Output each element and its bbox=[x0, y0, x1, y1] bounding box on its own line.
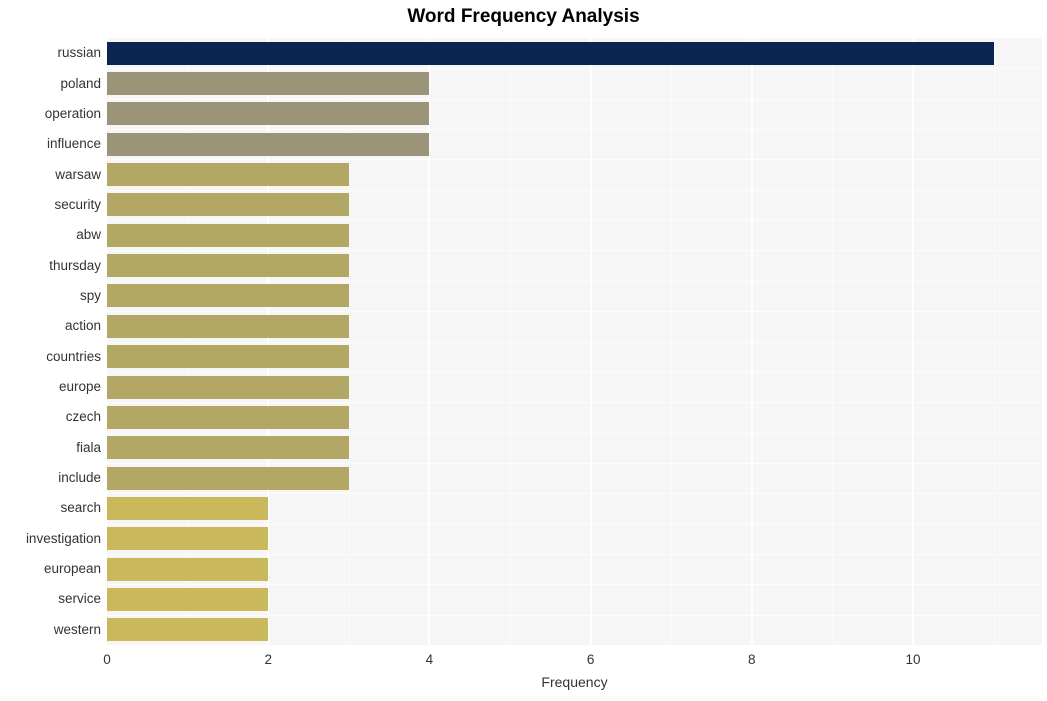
y-axis-tick-label: spy bbox=[79, 287, 101, 303]
y-axis-tick-label: include bbox=[58, 470, 101, 486]
word-frequency-chart: Word Frequency Analysis russian poland ope… bbox=[0, 0, 1047, 701]
bar bbox=[107, 284, 349, 308]
y-axis-tick-label: warsaw bbox=[55, 166, 101, 182]
gridline-horizontal bbox=[107, 250, 1042, 252]
y-axis-tick-label: security bbox=[54, 196, 101, 212]
y-axis-tick-label: fiala bbox=[76, 439, 101, 455]
bar bbox=[107, 72, 430, 96]
x-axis-title: Frequency bbox=[541, 674, 608, 690]
y-axis-tick-label: abw bbox=[76, 227, 101, 243]
gridline-minor bbox=[671, 38, 673, 645]
chart-title: Word Frequency Analysis bbox=[407, 6, 640, 27]
gridline-major bbox=[589, 38, 592, 645]
bar bbox=[107, 436, 349, 460]
gridline-horizontal bbox=[107, 523, 1042, 525]
x-axis-tick-label: 0 bbox=[103, 652, 111, 667]
gridline-horizontal bbox=[107, 462, 1042, 464]
y-axis-tick-label: russian bbox=[57, 45, 101, 61]
bar bbox=[107, 375, 349, 399]
gridline-horizontal bbox=[107, 341, 1042, 343]
gridline-horizontal bbox=[107, 432, 1042, 434]
gridline-horizontal bbox=[107, 68, 1042, 70]
gridline-horizontal bbox=[107, 98, 1042, 100]
x-axis-tick-label: 4 bbox=[425, 652, 434, 667]
gridline-horizontal bbox=[107, 189, 1042, 191]
gridline-horizontal bbox=[107, 584, 1042, 586]
plot-area bbox=[107, 38, 1042, 645]
bar bbox=[107, 496, 269, 520]
x-axis-tick-label: 8 bbox=[748, 652, 756, 667]
y-axis-tick-label: operation bbox=[44, 105, 101, 121]
gridline-major bbox=[912, 38, 915, 645]
x-axis-ticks: 0 2 4 6 8 10 bbox=[0, 645, 1047, 671]
y-axis-tick-label: europe bbox=[58, 379, 101, 395]
gridline-major bbox=[267, 38, 270, 645]
bar bbox=[107, 163, 349, 187]
gridline-horizontal bbox=[107, 129, 1042, 131]
gridline-horizontal bbox=[107, 220, 1042, 222]
bar bbox=[107, 102, 430, 126]
y-axis-tick-label: search bbox=[60, 500, 101, 516]
y-axis-tick-label: european bbox=[43, 561, 101, 577]
x-axis-tick-label: 10 bbox=[905, 652, 921, 667]
gridline-minor bbox=[510, 38, 512, 645]
gridline-horizontal bbox=[107, 371, 1042, 373]
gridline-horizontal bbox=[107, 159, 1042, 161]
gridline-minor bbox=[187, 38, 189, 645]
y-axis-tick-label: investigation bbox=[25, 530, 101, 546]
gridline-minor bbox=[993, 38, 995, 645]
y-axis-tick-label: countries bbox=[46, 348, 101, 364]
y-axis-tick-label: action bbox=[64, 318, 101, 334]
bar bbox=[107, 314, 349, 338]
bar bbox=[107, 193, 349, 217]
gridline-horizontal bbox=[107, 402, 1042, 404]
bar bbox=[107, 132, 430, 156]
y-axis-tick-label: thursday bbox=[49, 257, 101, 273]
gridline-major bbox=[428, 38, 431, 645]
gridline-major bbox=[750, 38, 753, 645]
bar bbox=[107, 557, 269, 581]
bar bbox=[107, 405, 349, 429]
gridline-minor bbox=[348, 38, 350, 645]
bar bbox=[107, 527, 269, 551]
bar bbox=[107, 41, 994, 65]
gridline-horizontal bbox=[107, 553, 1042, 555]
bar bbox=[107, 254, 349, 278]
x-axis-tick-label: 2 bbox=[264, 652, 272, 667]
gridline-minor bbox=[832, 38, 834, 645]
gridline-horizontal bbox=[107, 614, 1042, 616]
gridline-horizontal bbox=[107, 280, 1042, 282]
y-axis-labels: russian poland operation influence warsaw sec… bbox=[0, 38, 101, 645]
y-axis-tick-label: service bbox=[58, 591, 101, 607]
x-axis-tick-label: 6 bbox=[586, 652, 595, 667]
bar bbox=[107, 618, 269, 642]
y-axis-tick-label: czech bbox=[65, 409, 101, 425]
gridline-horizontal bbox=[107, 311, 1042, 313]
y-axis-tick-label: western bbox=[53, 621, 101, 637]
bar bbox=[107, 587, 269, 611]
gridline-horizontal bbox=[107, 493, 1042, 495]
y-axis-tick-label: poland bbox=[60, 75, 101, 91]
bar bbox=[107, 223, 349, 247]
y-axis-tick-label: influence bbox=[46, 136, 101, 152]
bar bbox=[107, 345, 349, 369]
bar bbox=[107, 466, 349, 490]
